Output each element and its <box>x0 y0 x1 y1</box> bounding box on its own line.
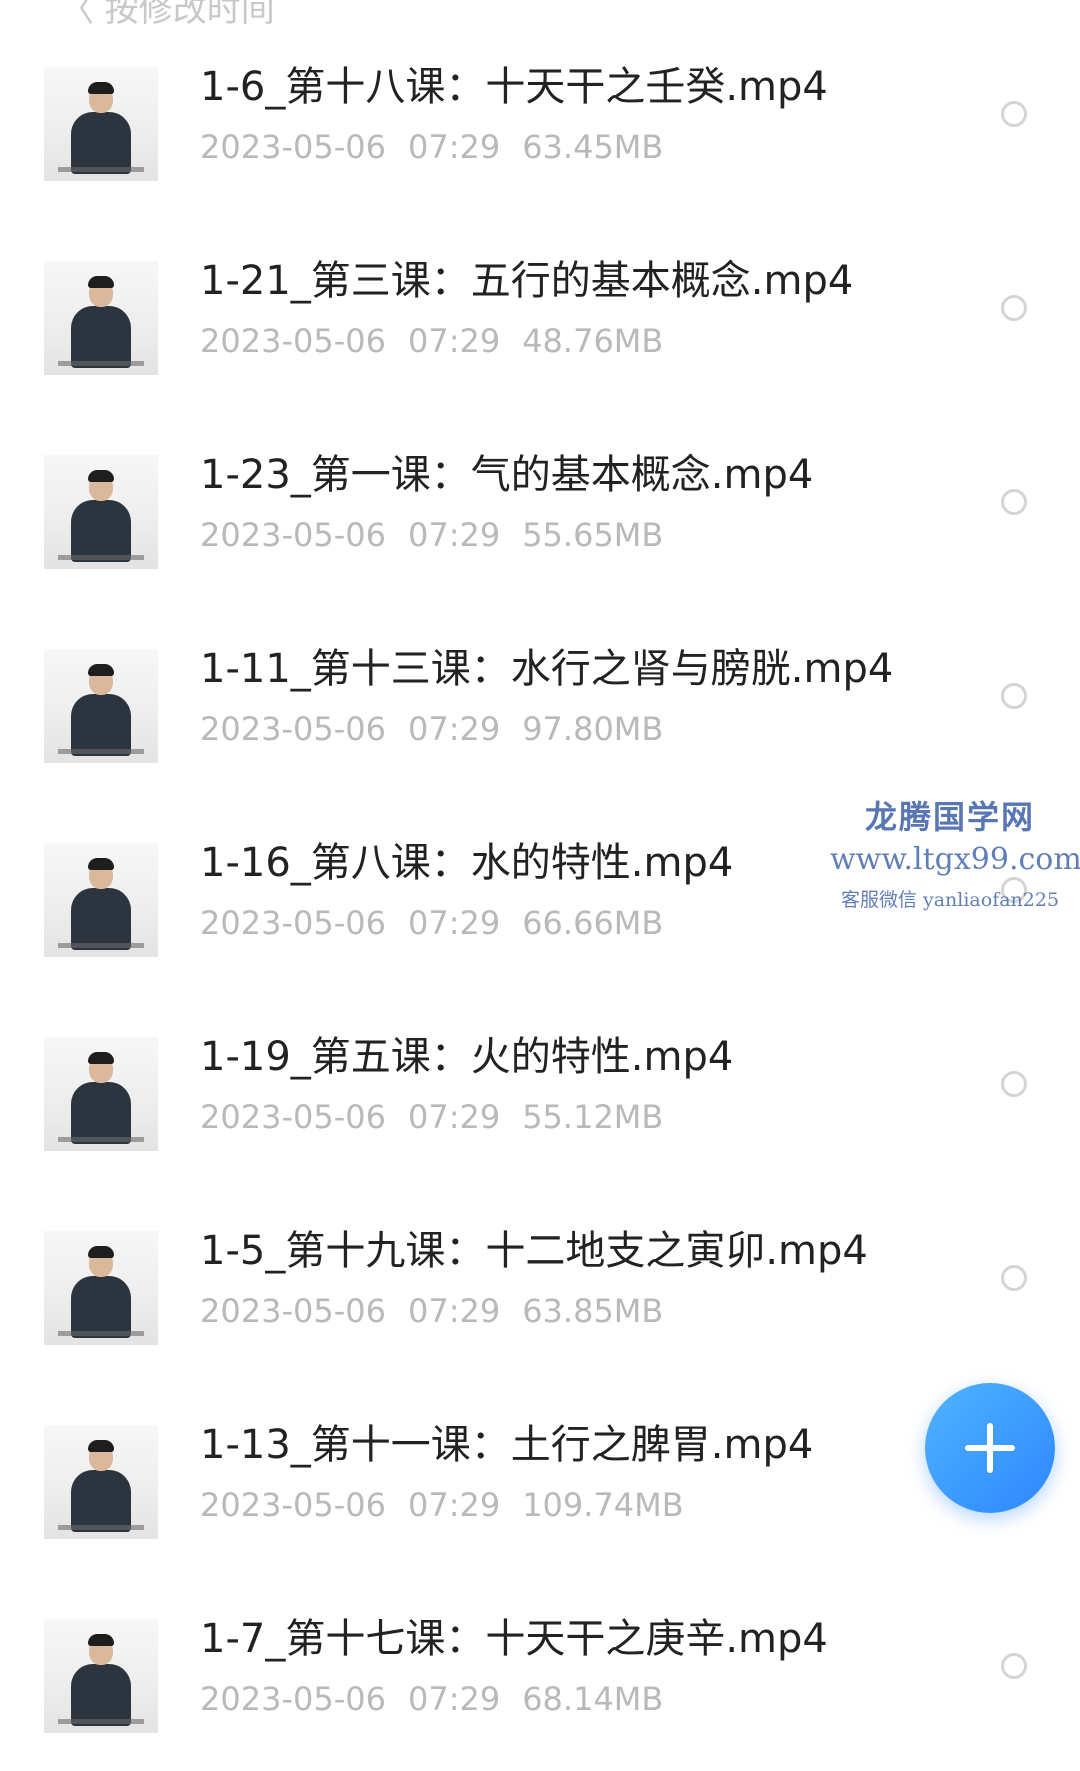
watermark-url: www.ltgx99.com <box>830 842 1080 877</box>
file-time: 07:29 <box>407 1292 501 1330</box>
file-date: 2023-05-06 <box>200 1486 386 1524</box>
file-date: 2023-05-06 <box>200 904 386 942</box>
file-meta: 2023-05-06 07:29 109.74MB <box>200 1489 706 1521</box>
video-thumbnail <box>44 1231 158 1345</box>
plus-icon <box>965 1423 1015 1473</box>
video-thumbnail <box>44 1619 158 1733</box>
video-thumbnail <box>44 843 158 957</box>
file-meta: 2023-05-06 07:29 55.12MB <box>200 1101 685 1133</box>
select-radio[interactable] <box>1001 1653 1027 1679</box>
file-row[interactable]: 1-5_第十九课：十二地支之寅卯.mp4 2023-05-06 07:29 63.8… <box>0 1189 1080 1383</box>
file-date: 2023-05-06 <box>200 1292 386 1330</box>
file-time: 07:29 <box>407 322 501 360</box>
file-row[interactable]: 1-21_第三课：五行的基本概念.mp4 2023-05-06 07:29 48.7… <box>0 219 1080 413</box>
file-time: 07:29 <box>407 1098 501 1136</box>
file-name: 1-23_第一课：气的基本概念.mp4 <box>200 452 814 498</box>
video-thumbnail <box>44 649 158 763</box>
file-size: 55.65MB <box>522 516 664 554</box>
file-size: 66.66MB <box>522 904 664 942</box>
file-row[interactable]: 1-13_第十一课：土行之脾胃.mp4 2023-05-06 07:29 109.7… <box>0 1383 1080 1577</box>
file-size: 63.85MB <box>522 1292 664 1330</box>
file-size: 55.12MB <box>522 1098 664 1136</box>
file-date: 2023-05-06 <box>200 1680 386 1718</box>
video-thumbnail <box>44 455 158 569</box>
select-radio[interactable] <box>1001 683 1027 709</box>
file-time: 07:29 <box>407 904 501 942</box>
file-name: 1-6_第十八课：十天干之壬癸.mp4 <box>200 64 828 110</box>
file-meta: 2023-05-06 07:29 63.45MB <box>200 131 685 163</box>
file-size: 48.76MB <box>522 322 664 360</box>
file-name: 1-21_第三课：五行的基本概念.mp4 <box>200 258 854 304</box>
watermark-title: 龙腾国学网 <box>864 798 1035 836</box>
watermark: 龙腾国学网 www.ltgx99.com 客服微信 yanliaofan225 <box>830 792 1080 912</box>
video-thumbnail <box>44 67 158 181</box>
file-row[interactable]: 1-7_第十七课：十天干之庚辛.mp4 2023-05-06 07:29 68.14… <box>0 1577 1080 1771</box>
file-name: 1-5_第十九课：十二地支之寅卯.mp4 <box>200 1228 868 1274</box>
file-time: 07:29 <box>407 1486 501 1524</box>
video-thumbnail <box>44 261 158 375</box>
file-size: 68.14MB <box>522 1680 664 1718</box>
file-name: 1-13_第十一课：土行之脾胃.mp4 <box>200 1422 814 1468</box>
file-row[interactable]: 1-6_第十八课：十天干之壬癸.mp4 2023-05-06 07:29 63.45… <box>0 25 1080 219</box>
file-date: 2023-05-06 <box>200 1098 386 1136</box>
file-meta: 2023-05-06 07:29 66.66MB <box>200 907 685 939</box>
video-thumbnail <box>44 1037 158 1151</box>
file-time: 07:29 <box>407 710 501 748</box>
file-time: 07:29 <box>407 128 501 166</box>
file-name: 1-16_第八课：水的特性.mp4 <box>200 840 734 886</box>
file-meta: 2023-05-06 07:29 48.76MB <box>200 325 685 357</box>
file-name: 1-7_第十七课：十天干之庚辛.mp4 <box>200 1616 828 1662</box>
watermark-contact: 客服微信 yanliaofan225 <box>840 889 1060 911</box>
select-radio[interactable] <box>1001 295 1027 321</box>
select-radio[interactable] <box>1001 1071 1027 1097</box>
file-size: 63.45MB <box>522 128 664 166</box>
file-name: 1-11_第十三课：水行之肾与膀胱.mp4 <box>200 646 894 692</box>
file-date: 2023-05-06 <box>200 322 386 360</box>
file-row[interactable]: 1-23_第一课：气的基本概念.mp4 2023-05-06 07:29 55.65… <box>0 413 1080 607</box>
select-radio[interactable] <box>1001 1265 1027 1291</box>
add-button[interactable] <box>925 1383 1055 1513</box>
file-row[interactable]: 1-19_第五课：火的特性.mp4 2023-05-06 07:29 55.12MB <box>0 995 1080 1189</box>
select-radio[interactable] <box>1001 101 1027 127</box>
file-time: 07:29 <box>407 516 501 554</box>
file-size: 109.74MB <box>522 1486 684 1524</box>
sort-header-partial: 〈 按修改时间 <box>60 0 275 30</box>
file-size: 97.80MB <box>522 710 664 748</box>
file-row[interactable]: 1-11_第十三课：水行之肾与膀胱.mp4 2023-05-06 07:29 97.… <box>0 607 1080 801</box>
file-time: 07:29 <box>407 1680 501 1718</box>
file-meta: 2023-05-06 07:29 68.14MB <box>200 1683 685 1715</box>
file-meta: 2023-05-06 07:29 63.85MB <box>200 1295 685 1327</box>
file-date: 2023-05-06 <box>200 516 386 554</box>
file-date: 2023-05-06 <box>200 710 386 748</box>
file-name: 1-19_第五课：火的特性.mp4 <box>200 1034 734 1080</box>
video-thumbnail <box>44 1425 158 1539</box>
file-meta: 2023-05-06 07:29 97.80MB <box>200 713 685 745</box>
file-meta: 2023-05-06 07:29 55.65MB <box>200 519 685 551</box>
select-radio[interactable] <box>1001 489 1027 515</box>
file-date: 2023-05-06 <box>200 128 386 166</box>
